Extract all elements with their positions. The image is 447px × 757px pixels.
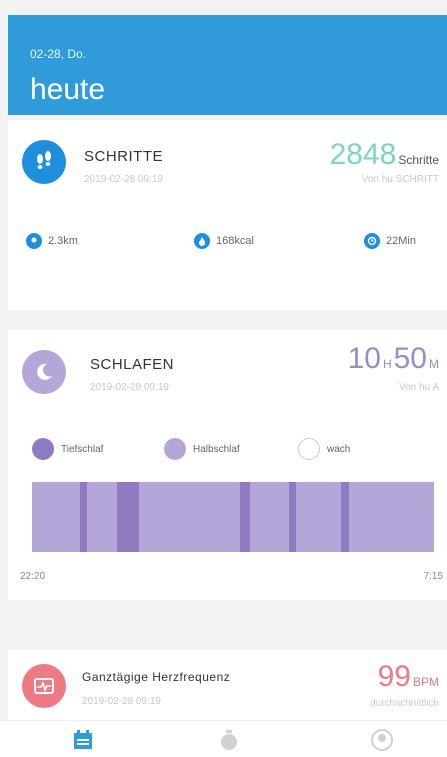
- heart-value-group: 99 BPM: [378, 660, 439, 694]
- distance-stat: 2.3km: [26, 233, 78, 249]
- steps-note: Von hu SCHRITT: [361, 174, 439, 185]
- legend-awake-label: wach: [327, 443, 351, 455]
- sleep-minutes: 50: [393, 342, 427, 375]
- duration-stat: 22Min: [364, 233, 416, 249]
- heart-rate-card[interactable]: Ganztägige Herzfrequenz 2019-02-28 09:19…: [8, 650, 447, 720]
- sleep-start-time: 22:20: [20, 571, 46, 582]
- calendar-icon[interactable]: [72, 729, 94, 751]
- steps-value-group: 2848 Schritte: [330, 138, 439, 172]
- location-pin-icon: [26, 233, 42, 249]
- heart-note: durchschnittlich: [370, 698, 439, 709]
- stopwatch-icon[interactable]: [218, 729, 240, 751]
- deep-sleep-segment: [80, 482, 87, 552]
- header-title: heute: [30, 73, 106, 106]
- sleep-title: SCHLAFEN: [90, 356, 175, 373]
- steps-value: 2848: [329, 138, 397, 171]
- clock-icon: [364, 233, 380, 249]
- moon-icon: [22, 350, 66, 394]
- heart-title: Ganztägige Herzfrequenz: [82, 670, 231, 684]
- steps-title: SCHRITTE: [84, 148, 163, 165]
- sleep-hours-unit: H: [382, 357, 392, 371]
- sleep-timestamp: 2019-02-28 09:19: [90, 382, 169, 393]
- legend-deep-dot: [32, 438, 54, 460]
- distance-value: 2.3km: [48, 235, 78, 247]
- steps-card[interactable]: SCHRITTE 2019-02-28 09:19 2848 Schritte …: [8, 120, 447, 310]
- calories-value: 168kcal: [216, 235, 254, 247]
- heart-timestamp: 2019-02-28 09:19: [82, 696, 161, 707]
- sleep-end-time: 7:15: [423, 571, 443, 582]
- legend-awake: wach: [298, 438, 350, 460]
- sleep-minutes-unit: M: [429, 357, 439, 371]
- calories-stat: 168kcal: [194, 233, 254, 249]
- duration-value: 22Min: [386, 235, 416, 247]
- heart-value: 99: [377, 660, 411, 693]
- sleep-timeline: [32, 482, 434, 552]
- flame-icon: [194, 233, 210, 249]
- legend-light-label: Halbschlaf: [193, 443, 240, 455]
- deep-sleep-segment: [117, 482, 139, 552]
- sleep-card[interactable]: SCHLAFEN 2019-02-28 09:19 10 H 50 M Von …: [8, 330, 447, 600]
- deep-sleep-segment: [341, 482, 349, 552]
- legend-deep: Tiefschlaf: [32, 438, 103, 460]
- bottom-tab-bar: [0, 720, 447, 757]
- steps-unit: Schritte: [398, 153, 439, 167]
- deep-sleep-segment: [289, 482, 296, 552]
- deep-sleep-segment: [240, 482, 250, 552]
- legend-awake-dot: [298, 438, 320, 460]
- heart-unit: BPM: [412, 675, 439, 689]
- sleep-hours: 10: [347, 342, 381, 375]
- footsteps-icon: [22, 140, 66, 184]
- legend-light-dot: [164, 438, 186, 460]
- user-icon[interactable]: [370, 729, 393, 751]
- heart-rate-icon: [22, 664, 66, 708]
- sleep-duration-group: 10 H 50 M: [348, 342, 439, 376]
- legend-deep-label: Tiefschlaf: [61, 443, 104, 455]
- today-header: 02-28, Do. heute: [8, 15, 447, 115]
- sleep-note: Von hu A: [398, 382, 439, 393]
- legend-light: Halbschlaf: [164, 438, 240, 460]
- header-date: 02-28, Do.: [30, 47, 87, 61]
- steps-timestamp: 2019-02-28 09:19: [84, 174, 163, 185]
